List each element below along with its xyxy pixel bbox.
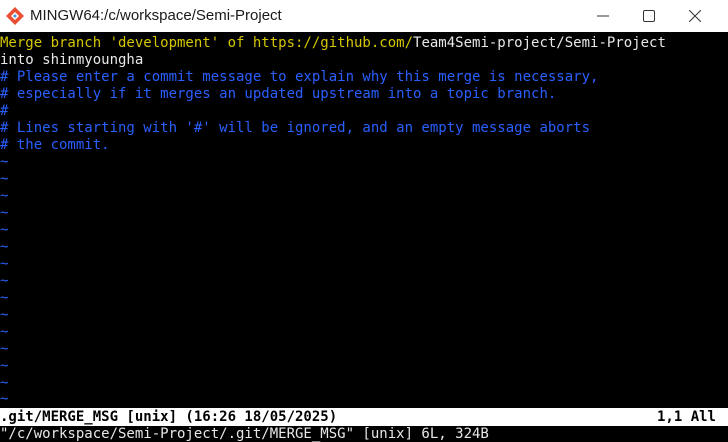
empty-line-tilde: ~ xyxy=(0,391,9,407)
empty-line-tilde: ~ xyxy=(0,358,9,374)
comment-line[interactable]: # Please enter a commit message to expla… xyxy=(0,69,598,86)
title-bar: MINGW64:/c/workspace/Semi-Project xyxy=(0,0,728,32)
git-bash-icon[interactable] xyxy=(5,6,25,26)
vim-status-bar: .git/MERGE_MSG [unix] (16:26 18/05/2025)… xyxy=(0,408,728,426)
empty-line-tilde: ~ xyxy=(0,256,9,272)
close-button[interactable] xyxy=(672,0,718,32)
empty-line-tilde: ~ xyxy=(0,375,9,391)
empty-line-tilde: ~ xyxy=(0,171,9,187)
buffer-line-2[interactable]: into shinmyoungha xyxy=(0,52,143,69)
empty-line-tilde: ~ xyxy=(0,239,9,255)
empty-line-tilde: ~ xyxy=(0,290,9,306)
merge-message-text: Merge branch 'development' of https://gi… xyxy=(0,35,414,51)
empty-line-tilde: ~ xyxy=(0,205,9,221)
status-cursor-position: 1,1 All xyxy=(656,409,716,425)
empty-line-tilde: ~ xyxy=(0,324,9,340)
merge-message-repo: Team4Semi-project/Semi-Project xyxy=(413,35,666,51)
comment-line[interactable]: # the commit. xyxy=(0,137,110,154)
comment-line[interactable]: # xyxy=(0,103,8,120)
vim-command-line[interactable]: "/c/workspace/Semi-Project/.git/MERGE_MS… xyxy=(0,426,728,442)
empty-line-tilde: ~ xyxy=(0,154,9,170)
empty-line-tilde: ~ xyxy=(0,307,9,323)
close-icon xyxy=(689,10,701,22)
empty-line-tilde: ~ xyxy=(0,222,9,238)
comment-line[interactable]: # Lines starting with '#' will be ignore… xyxy=(0,120,590,137)
buffer-line-1[interactable]: Merge branch 'development' of https://gi… xyxy=(0,35,666,52)
empty-line-tilde: ~ xyxy=(0,188,9,204)
maximize-button[interactable] xyxy=(626,0,672,32)
minimize-button[interactable] xyxy=(580,0,626,32)
empty-line-tilde: ~ xyxy=(0,273,9,289)
vim-editor-buffer[interactable]: Merge branch 'development' of https://gi… xyxy=(0,34,728,408)
maximize-icon xyxy=(643,10,655,22)
empty-line-tilde: ~ xyxy=(0,341,9,357)
comment-line[interactable]: # especially if it merges an updated ups… xyxy=(0,86,556,103)
minimize-icon xyxy=(597,15,609,17)
window-title: MINGW64:/c/workspace/Semi-Project xyxy=(30,7,282,24)
status-file-info: .git/MERGE_MSG [unix] (16:26 18/05/2025) xyxy=(0,409,338,425)
